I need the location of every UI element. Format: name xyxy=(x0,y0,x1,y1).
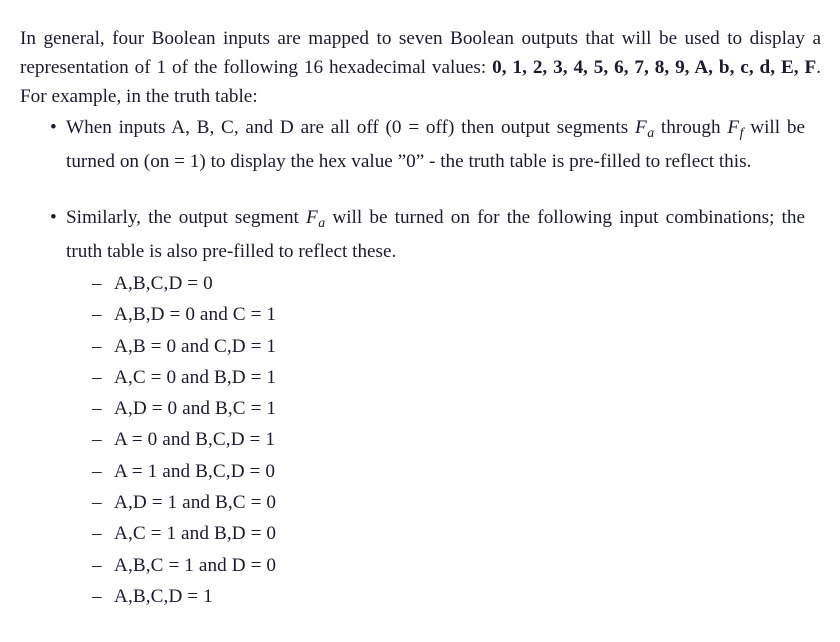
list-item-label: A,D = 1 and B,C = 0 xyxy=(114,492,277,514)
list-item: – A,C = 1 and B,D = 0 xyxy=(0,518,840,549)
document-page: In general, four Boolean inputs are mapp… xyxy=(0,0,840,642)
dash-marker-icon: – xyxy=(92,460,102,482)
bullet-item-text: Similarly, the output segment Fa will be… xyxy=(66,206,805,263)
list-item-label: A = 1 and B,C,D = 0 xyxy=(114,460,276,482)
list-item-label: A,B,D = 0 and C = 1 xyxy=(114,304,277,326)
bullet-item: • Similarly, the output segment Fa will … xyxy=(0,203,840,267)
intro-paragraph: In general, four Boolean inputs are mapp… xyxy=(20,24,821,111)
list-item-label: A,B,C = 1 and D = 0 xyxy=(114,554,277,576)
dash-marker-icon: – xyxy=(92,492,102,514)
list-item: – A,B,C,D = 0 xyxy=(0,268,840,299)
math-subscript: a xyxy=(647,124,655,140)
math-subscript: f xyxy=(739,124,744,140)
dash-marker-icon: – xyxy=(92,585,102,607)
list-item: – A,B = 0 and C,D = 1 xyxy=(0,331,840,362)
list-item-label: A,B = 0 and C,D = 1 xyxy=(114,335,277,357)
list-item-label: A = 0 and B,C,D = 1 xyxy=(114,429,276,451)
bullet-item-text: When inputs A, B, C, and D are all off (… xyxy=(66,117,805,173)
dash-marker-icon: – xyxy=(92,429,102,451)
list-item-label: A,B,C,D = 1 xyxy=(114,585,213,607)
dash-marker-icon: – xyxy=(92,304,102,326)
list-item: – A,B,D = 0 and C = 1 xyxy=(0,299,840,330)
list-item-label: A,B,C,D = 0 xyxy=(114,273,213,294)
dash-marker-icon: – xyxy=(92,366,102,388)
list-item: – A = 1 and B,C,D = 0 xyxy=(0,456,840,487)
bullet-marker-icon: • xyxy=(50,206,57,228)
math-subscript: a xyxy=(318,214,326,230)
dash-marker-icon: – xyxy=(92,398,102,420)
dash-marker-icon: – xyxy=(92,554,102,576)
math-variable: Ff xyxy=(727,117,744,140)
dash-marker-icon: – xyxy=(92,273,102,294)
list-item: – A,D = 0 and B,C = 1 xyxy=(0,393,840,424)
list-item: – A,D = 1 and B,C = 0 xyxy=(0,487,840,518)
bullet-item: • When inputs A, B, C, and D are all off… xyxy=(0,113,840,177)
dash-marker-icon: – xyxy=(92,523,102,545)
list-item-label: A,D = 0 and B,C = 1 xyxy=(114,398,277,420)
list-item-label: A,C = 0 and B,D = 1 xyxy=(114,366,277,388)
list-item: – A = 0 and B,C,D = 1 xyxy=(0,424,840,455)
bullet-marker-icon: • xyxy=(50,117,57,138)
list-item: – A,B,C,D = 1 xyxy=(0,581,840,612)
math-variable: Fa xyxy=(634,117,655,140)
bullet-list: • When inputs A, B, C, and D are all off… xyxy=(0,113,840,267)
list-item: – A,C = 0 and B,D = 1 xyxy=(0,362,840,393)
dash-marker-icon: – xyxy=(92,335,102,357)
list-item-label: A,C = 1 and B,D = 0 xyxy=(114,523,277,545)
math-variable: Fa xyxy=(306,206,326,230)
hex-values-list: 0, 1, 2, 3, 4, 5, 6, 7, 8, 9, A, b, c, d… xyxy=(492,57,817,79)
input-combination-list: – A,B,C,D = 0– A,B,D = 0 and C = 1– A,B = 0… xyxy=(0,268,840,612)
list-item: – A,B,C = 1 and D = 0 xyxy=(0,550,840,581)
